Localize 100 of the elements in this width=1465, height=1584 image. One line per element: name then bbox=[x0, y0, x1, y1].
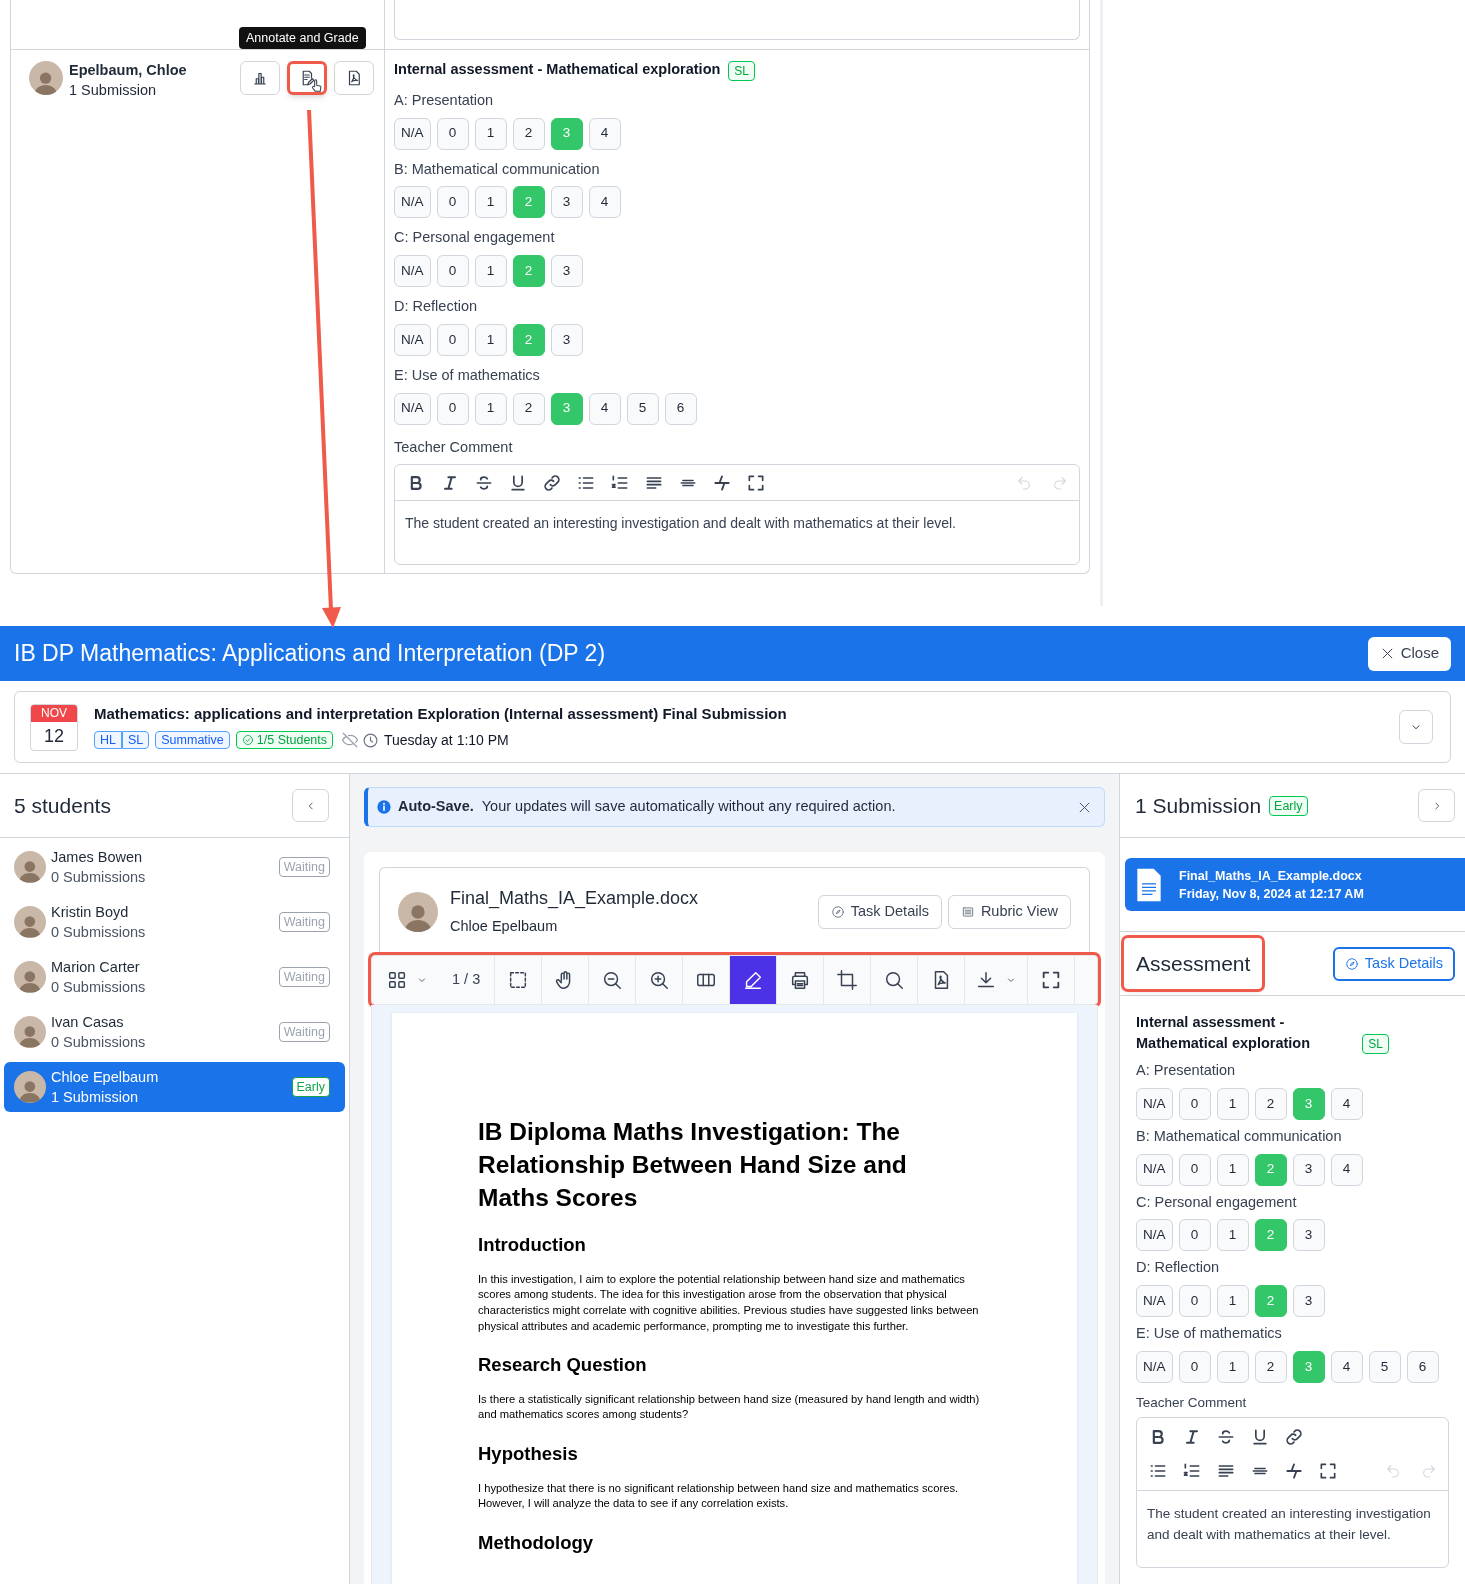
score-option[interactable]: 0 bbox=[436, 117, 469, 150]
score-option[interactable]: 2 bbox=[512, 392, 545, 425]
score-option[interactable]: 0 bbox=[1178, 1219, 1211, 1252]
score-option[interactable]: 0 bbox=[436, 392, 469, 425]
clear-format-icon bbox=[1284, 1461, 1304, 1481]
student-item[interactable]: James Bowen 0 Submissions Waiting bbox=[4, 842, 345, 892]
rubric-view-button[interactable]: Rubric View bbox=[947, 894, 1071, 929]
file-name: Final_Maths_IA_Example.docx bbox=[1179, 867, 1363, 885]
score-option[interactable]: 0 bbox=[1178, 1153, 1211, 1186]
score-option[interactable]: N/A bbox=[394, 117, 431, 150]
score-option[interactable]: 4 bbox=[1330, 1350, 1363, 1383]
score-option[interactable]: 1 bbox=[1216, 1350, 1249, 1383]
score-option[interactable]: 2 bbox=[1254, 1350, 1287, 1383]
score-option[interactable]: 2 bbox=[512, 117, 545, 150]
score-option[interactable]: N/A bbox=[394, 323, 431, 356]
score-option[interactable]: 0 bbox=[1178, 1285, 1211, 1317]
score-option[interactable]: 1 bbox=[1216, 1087, 1249, 1120]
criterion-label: C: Personal engagement bbox=[394, 228, 556, 248]
comment-label: Teacher Comment bbox=[394, 437, 514, 457]
submission-file[interactable]: Final_Maths_IA_Example.docx Friday, Nov 8, 2024 at 12:17 AM bbox=[1125, 858, 1465, 911]
score-option[interactable]: N/A bbox=[394, 255, 431, 287]
student-item[interactable]: Ivan Casas 0 Submissions Waiting bbox=[4, 1007, 345, 1057]
avatar bbox=[14, 961, 46, 993]
score-option[interactable]: 3 bbox=[550, 323, 583, 356]
score-option[interactable]: N/A bbox=[394, 186, 431, 219]
chart-button[interactable] bbox=[240, 61, 280, 95]
score-option[interactable]: N/A bbox=[1136, 1219, 1173, 1252]
score-option[interactable]: 0 bbox=[436, 186, 469, 219]
score-option[interactable]: 6 bbox=[664, 392, 697, 425]
score-option[interactable]: 0 bbox=[436, 255, 469, 287]
avatar bbox=[14, 1016, 46, 1048]
course-title: IB DP Mathematics: Applications and Interpretation (DP 2) bbox=[14, 639, 606, 669]
score-option[interactable]: 1 bbox=[474, 255, 507, 287]
score-option[interactable]: 6 bbox=[1406, 1350, 1439, 1383]
score-option[interactable]: 1 bbox=[1216, 1285, 1249, 1317]
undo-icon bbox=[1385, 1463, 1401, 1479]
student-name: Ivan Casas bbox=[51, 1013, 125, 1032]
score-option[interactable]: N/A bbox=[394, 392, 431, 425]
score-option[interactable]: 1 bbox=[1216, 1153, 1249, 1186]
score-option[interactable]: 1 bbox=[474, 323, 507, 356]
close-button[interactable]: Close bbox=[1367, 636, 1451, 671]
document-title: IB Diploma Maths Investigation: The Relationship Between Hand Size and Maths Scores bbox=[478, 1117, 908, 1213]
paragraph: I hypothesize that there is no significant relationship between hand size and mathematics scores. However, I will analyze the data to see if any correlation exists. bbox=[478, 1480, 960, 1512]
score-option[interactable]: 4 bbox=[1330, 1087, 1363, 1120]
score-option[interactable]: 0 bbox=[1178, 1087, 1211, 1120]
pdf-button[interactable] bbox=[334, 61, 374, 95]
score-option[interactable]: 5 bbox=[626, 392, 659, 425]
score-option[interactable]: 4 bbox=[1330, 1153, 1363, 1186]
score-option[interactable]: 4 bbox=[588, 186, 621, 219]
score-option[interactable]: 5 bbox=[1368, 1350, 1401, 1383]
score-option[interactable]: 3 bbox=[550, 255, 583, 287]
score-option[interactable]: 3 bbox=[550, 186, 583, 219]
score-option[interactable]: 2 bbox=[1254, 1087, 1287, 1120]
avatar bbox=[14, 851, 46, 883]
comment-editor[interactable]: The student created an interesting investigation and dealt with mathematics at their level. bbox=[1136, 1417, 1449, 1568]
section-heading: Methodology bbox=[478, 1531, 595, 1555]
fullscreen-icon bbox=[1318, 1461, 1338, 1481]
comment-editor[interactable]: The student created an interesting investigation and dealt with mathematics at their level. bbox=[394, 464, 1080, 566]
submission-heading: 1 Submission bbox=[1135, 792, 1262, 819]
criterion-label: A: Presentation bbox=[394, 90, 495, 110]
student-item[interactable]: Kristin Boyd 0 Submissions Waiting bbox=[4, 897, 345, 947]
score-option[interactable]: 1 bbox=[1216, 1219, 1249, 1252]
score-option[interactable]: 3 bbox=[1292, 1219, 1325, 1252]
date-month: NOV bbox=[31, 704, 77, 722]
paragraph: Is there a statistically significant relationship between hand size (measured by hand length and width) and mathematics scores among students? bbox=[478, 1391, 981, 1423]
zoom-in-icon bbox=[648, 969, 671, 991]
score-option[interactable]: N/A bbox=[1136, 1153, 1173, 1186]
file-date: Friday, Nov 8, 2024 at 12:17 AM bbox=[1179, 885, 1364, 903]
level-badge: SL bbox=[728, 60, 756, 81]
avatar bbox=[14, 1071, 46, 1103]
score-option[interactable]: 1 bbox=[474, 117, 507, 150]
score-option[interactable]: 0 bbox=[1178, 1350, 1211, 1383]
student-name: Marion Carter bbox=[51, 958, 141, 977]
student-item[interactable]: Marion Carter 0 Submissions Waiting bbox=[4, 952, 345, 1002]
score-option[interactable]: 0 bbox=[436, 323, 469, 356]
task-details-button[interactable]: Task Details bbox=[1332, 946, 1455, 981]
score-option[interactable]: 1 bbox=[474, 392, 507, 425]
comment-text[interactable]: The student created an interesting investigation and dealt with mathematics at their level. bbox=[395, 501, 1079, 565]
annotate-button[interactable] bbox=[287, 61, 327, 95]
hidden-icon bbox=[341, 731, 359, 750]
score-option[interactable]: N/A bbox=[1136, 1285, 1173, 1317]
info-icon bbox=[376, 799, 392, 815]
avatar bbox=[398, 891, 438, 932]
comment-text[interactable]: The student created an interesting investigation and dealt with mathematics at their level. bbox=[1137, 1491, 1448, 1567]
compass-icon bbox=[1344, 956, 1359, 971]
score-option[interactable]: 4 bbox=[588, 117, 621, 150]
score-option[interactable]: N/A bbox=[1136, 1087, 1173, 1120]
redo-icon bbox=[1421, 1463, 1437, 1479]
score-option[interactable]: 1 bbox=[474, 186, 507, 219]
score-option[interactable]: 3 bbox=[1292, 1153, 1325, 1186]
task-details-button[interactable]: Task Details bbox=[817, 894, 942, 929]
score-option[interactable]: 3 bbox=[1292, 1285, 1325, 1317]
student-item[interactable]: Chloe Epelbaum 1 Submission Early bbox=[4, 1062, 345, 1112]
status-badge: Waiting bbox=[278, 967, 330, 987]
crop-icon bbox=[836, 969, 859, 991]
submission-count: 0 Submissions bbox=[51, 923, 146, 942]
student-name: Kristin Boyd bbox=[51, 903, 130, 922]
score-option[interactable]: N/A bbox=[1136, 1350, 1173, 1383]
score-option[interactable]: 4 bbox=[588, 392, 621, 425]
students-heading: 5 students bbox=[14, 792, 111, 819]
